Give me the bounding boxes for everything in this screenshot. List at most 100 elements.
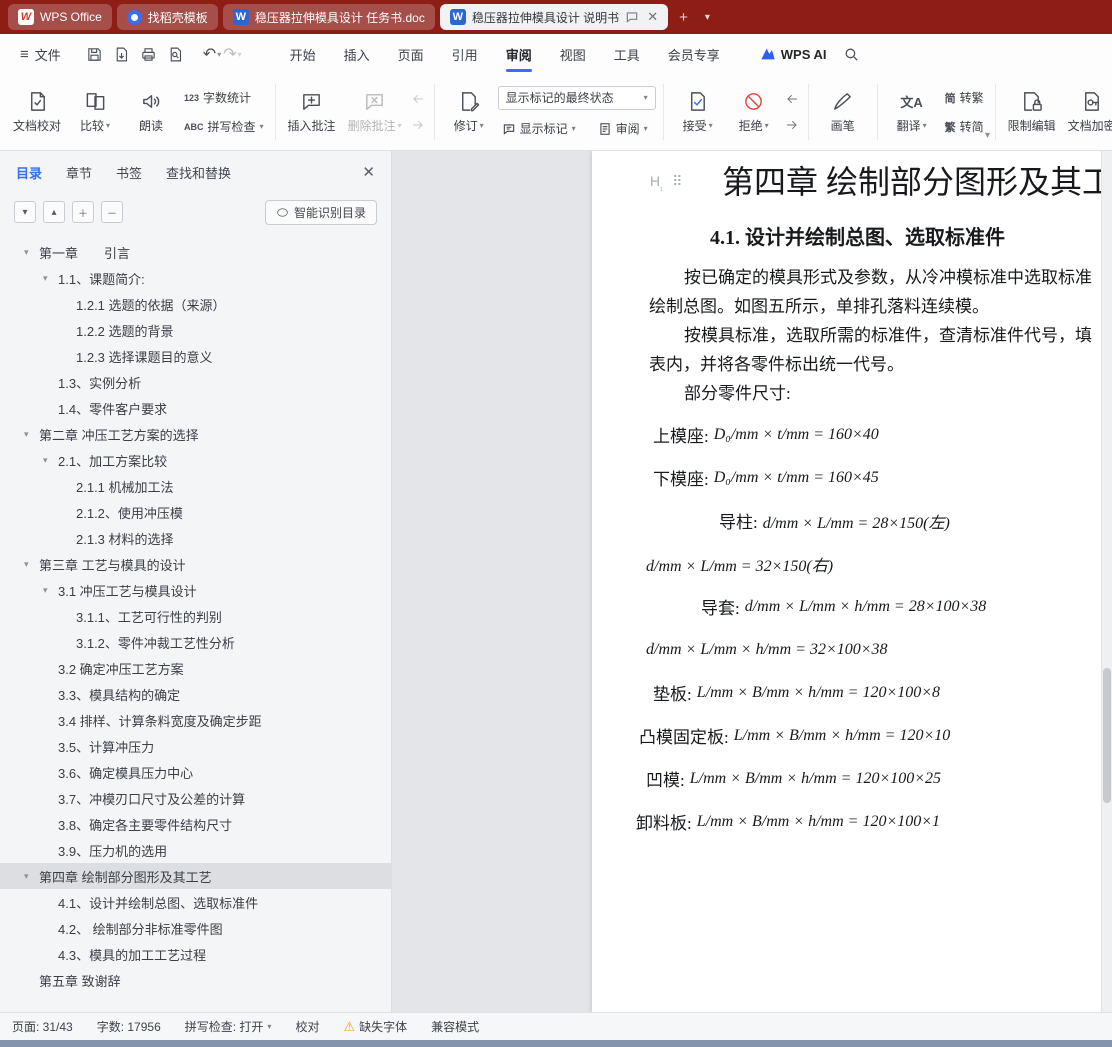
chevron-down-icon[interactable]: ▾ [43,585,58,596]
undo-button[interactable]: ↶ ▾ [203,44,221,64]
toc-item[interactable]: 3.2 确定冲压工艺方案 [0,655,391,681]
toc-item[interactable]: 1.2.3 选择课题目的意义 [0,343,391,369]
close-tab-icon[interactable]: ✕ [647,9,658,25]
tab-page[interactable]: 页面 [384,34,438,74]
toc-item[interactable]: 1.2.1 选题的依据（来源） [0,291,391,317]
page-indicator[interactable]: 页面: 31/43 [12,1018,73,1035]
spec-line[interactable]: 垫板: L/mm × B/mm × h/mm = 120×100×8 [592,671,1112,714]
tab-references[interactable]: 引用 [438,34,492,74]
tab-document-taskbook[interactable]: W 稳压器拉伸模具设计 任务书.doc [222,4,435,30]
spec-line[interactable]: 导套: d/mm × L/mm × h/mm = 28×100×38 [592,585,1112,628]
toc-item[interactable]: 2.1.1 机械加工法 [0,473,391,499]
toc-item[interactable]: 2.1.3 材料的选择 [0,525,391,551]
toc-item[interactable]: 3.3、模具结构的确定 [0,681,391,707]
previous-revision-button[interactable] [783,90,801,108]
toc-item[interactable]: 3.4 排样、计算条料宽度及确定步距 [0,707,391,733]
print-button[interactable] [137,43,160,66]
tab-list-chevron-icon[interactable]: ▾ [699,12,716,23]
toc-item[interactable]: 1.4、零件客户要求 [0,395,391,421]
toc-item[interactable]: 第五章 致谢辞 [0,967,391,993]
review-options-button[interactable]: 审阅 ▾ [594,119,652,139]
tab-wps-home[interactable]: W WPS Office [8,4,112,30]
smart-toc-button[interactable]: 智能识别目录 [264,199,377,225]
tab-document-manual[interactable]: W 稳压器拉伸模具设计 说明书 ✕ [439,4,669,30]
chevron-down-icon[interactable]: ▾ [43,455,58,466]
show-markup-button[interactable]: 显示标记 ▾ [498,119,580,139]
sidebar-tab-find-replace[interactable]: 查找和替换 [166,163,231,182]
reject-revision-button[interactable]: 拒绝 ▾ [727,81,781,143]
translate-button[interactable]: 文A 翻译 ▾ [885,81,939,143]
spec-line[interactable]: 凸模固定板: L/mm × B/mm × h/mm = 120×10 [592,714,1112,757]
toc-item[interactable]: 3.1.1、工艺可行性的判别 [0,603,391,629]
output-pdf-button[interactable] [110,43,133,66]
toc-item[interactable]: 3.5、计算冲压力 [0,733,391,759]
next-comment-button[interactable] [409,116,427,134]
heading-collapse-icon[interactable]: H₁ [650,173,663,192]
paragraph[interactable]: 绘制总图。如图五所示，单排孔落料连续模。 [649,292,1092,321]
redo-button[interactable]: ↷ ▾ [223,44,241,64]
toc-item[interactable]: ▾ 第三章 工艺与模具的设计 [0,551,391,577]
tab-docer-templates[interactable]: 找稻壳模板 [116,4,218,30]
spec-line[interactable]: 卸料板: L/mm × B/mm × h/mm = 120×100×1 [592,800,1112,843]
toc-item[interactable]: ▾ 3.1 冲压工艺与模具设计 [0,577,391,603]
chevron-down-icon[interactable]: ▾ [217,50,221,59]
expand-all-button[interactable]: ▾ [14,201,36,223]
toc-item[interactable]: ▾ 第一章 引言 [0,239,391,265]
toc-item[interactable]: 4.3、模具的加工工艺过程 [0,941,391,967]
toc-item[interactable]: 3.6、确定模具压力中心 [0,759,391,785]
chevron-down-icon[interactable]: ▾ [24,559,39,570]
delete-comment-button[interactable]: 删除批注 ▾ [343,81,407,143]
zoom-in-outline-button[interactable]: ＋ [72,201,94,223]
toc-item-selected[interactable]: ▾ 第四章 绘制部分图形及其工艺 [0,863,391,889]
wps-ai-button[interactable]: WPS AI [760,47,827,62]
toc-item[interactable]: ▾ 2.1、加工方案比较 [0,447,391,473]
tab-review[interactable]: 审阅 [492,34,546,74]
spec-line[interactable]: 导柱: d/mm × L/mm = 28×150(左) [592,499,1112,542]
chevron-down-icon[interactable]: ▾ [43,273,58,284]
toc-item[interactable]: 1.3、实例分析 [0,369,391,395]
tab-view[interactable]: 视图 [546,34,600,74]
spec-line[interactable]: d/mm × L/mm × h/mm = 32×100×38 [592,628,1112,671]
save-button[interactable] [83,43,106,66]
accept-revision-button[interactable]: 接受 ▾ [671,81,725,143]
word-count-indicator[interactable]: 字数: 17956 [97,1018,161,1035]
close-sidebar-icon[interactable]: ✕ [362,163,375,181]
tab-member[interactable]: 会员专享 [654,34,734,74]
traditional-to-simplified-button[interactable]: 繁 转简 [941,117,988,137]
next-revision-button[interactable] [783,116,801,134]
spellcheck-toggle[interactable]: 拼写检查: 打开 ▾ [185,1018,272,1035]
document-canvas[interactable]: H₁ ⠿ 第四章 绘制部分图形及其工艺 4.1. 设计并绘制总图、选取标准件 按… [392,151,1112,1012]
zoom-out-outline-button[interactable]: － [101,201,123,223]
spec-line[interactable]: 下模座: D₀/mm × t/mm = 160×45 [592,456,1112,499]
new-tab-button[interactable]: + [673,9,694,26]
comment-bubble-icon[interactable] [625,10,639,24]
sidebar-tab-bookmarks[interactable]: 书签 [116,163,142,182]
paragraph[interactable]: 表内，并将各零件标出统一代号。 [649,350,1092,379]
sidebar-tab-chapters[interactable]: 章节 [66,163,92,182]
compatibility-mode-indicator[interactable]: 兼容模式 [431,1018,479,1035]
spec-line[interactable]: 凹模: L/mm × B/mm × h/mm = 120×100×25 [592,757,1112,800]
toc-item[interactable]: 3.8、确定各主要零件结构尺寸 [0,811,391,837]
paragraph[interactable]: 按模具标准，选取所需的标准件，查清标准件代号，填 [649,321,1092,350]
tab-insert[interactable]: 插入 [330,34,384,74]
spec-line[interactable]: 上模座: D₀/mm × t/mm = 160×40 [592,413,1112,456]
document-page[interactable]: H₁ ⠿ 第四章 绘制部分图形及其工艺 4.1. 设计并绘制总图、选取标准件 按… [592,151,1112,1012]
track-changes-button[interactable]: 修订 ▾ [442,81,496,143]
print-preview-button[interactable] [164,43,187,66]
insert-comment-button[interactable]: 插入批注 [283,81,341,143]
pen-button[interactable]: 画笔 [816,81,870,143]
vertical-scrollbar[interactable] [1101,151,1112,1012]
paragraph[interactable]: 按已确定的模具形式及参数，从冷冲模标准中选取标准 [649,263,1092,292]
word-count-button[interactable]: 123 字数统计 [180,88,268,108]
file-menu-button[interactable]: ≡ 文件 [12,45,69,64]
toc-item[interactable]: 3.9、压力机的选用 [0,837,391,863]
toc-item[interactable]: 4.2、 绘制部分非标准零件图 [0,915,391,941]
drag-handle-icon[interactable]: ⠿ [672,173,682,192]
previous-comment-button[interactable] [409,90,427,108]
proofing-button[interactable]: 校对 [295,1018,319,1035]
spell-check-button[interactable]: ABC 拼写检查 ▾ [180,117,268,137]
toc-item[interactable]: 4.1、设计并绘制总图、选取标准件 [0,889,391,915]
compare-button[interactable]: 比较 ▾ [68,81,122,143]
search-icon-button[interactable] [843,46,860,63]
toc-item[interactable]: ▾ 第二章 冲压工艺方案的选择 [0,421,391,447]
